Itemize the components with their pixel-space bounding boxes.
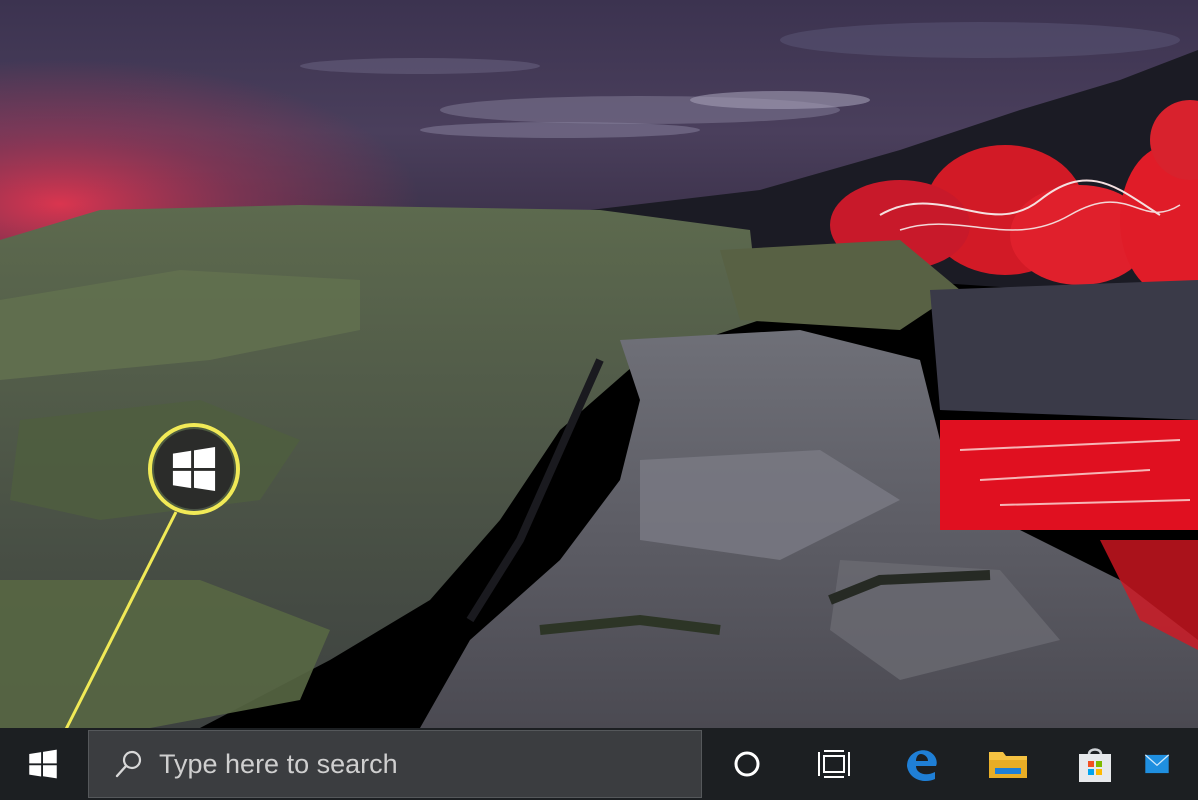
search-box[interactable]: Type here to search — [88, 730, 702, 798]
store-icon — [1079, 748, 1111, 782]
task-view-icon — [818, 750, 850, 778]
file-explorer-button[interactable] — [966, 728, 1050, 800]
task-view-button[interactable] — [792, 728, 876, 800]
mail-button[interactable] — [1140, 728, 1170, 800]
cortana-button[interactable] — [702, 728, 792, 800]
edge-browser-icon — [907, 750, 937, 782]
search-placeholder: Type here to search — [159, 748, 398, 779]
start-button[interactable] — [0, 728, 86, 800]
store-button[interactable] — [1050, 728, 1140, 800]
desktop-wallpaper — [0, 0, 1198, 728]
mail-icon — [1144, 754, 1170, 774]
edge-browser-button[interactable] — [876, 728, 966, 800]
cortana-icon — [734, 751, 760, 777]
file-explorer-icon — [989, 752, 1027, 778]
search-icon — [109, 744, 149, 784]
taskbar: Type here to search — [0, 728, 1198, 800]
windows-logo-icon — [29, 749, 57, 779]
